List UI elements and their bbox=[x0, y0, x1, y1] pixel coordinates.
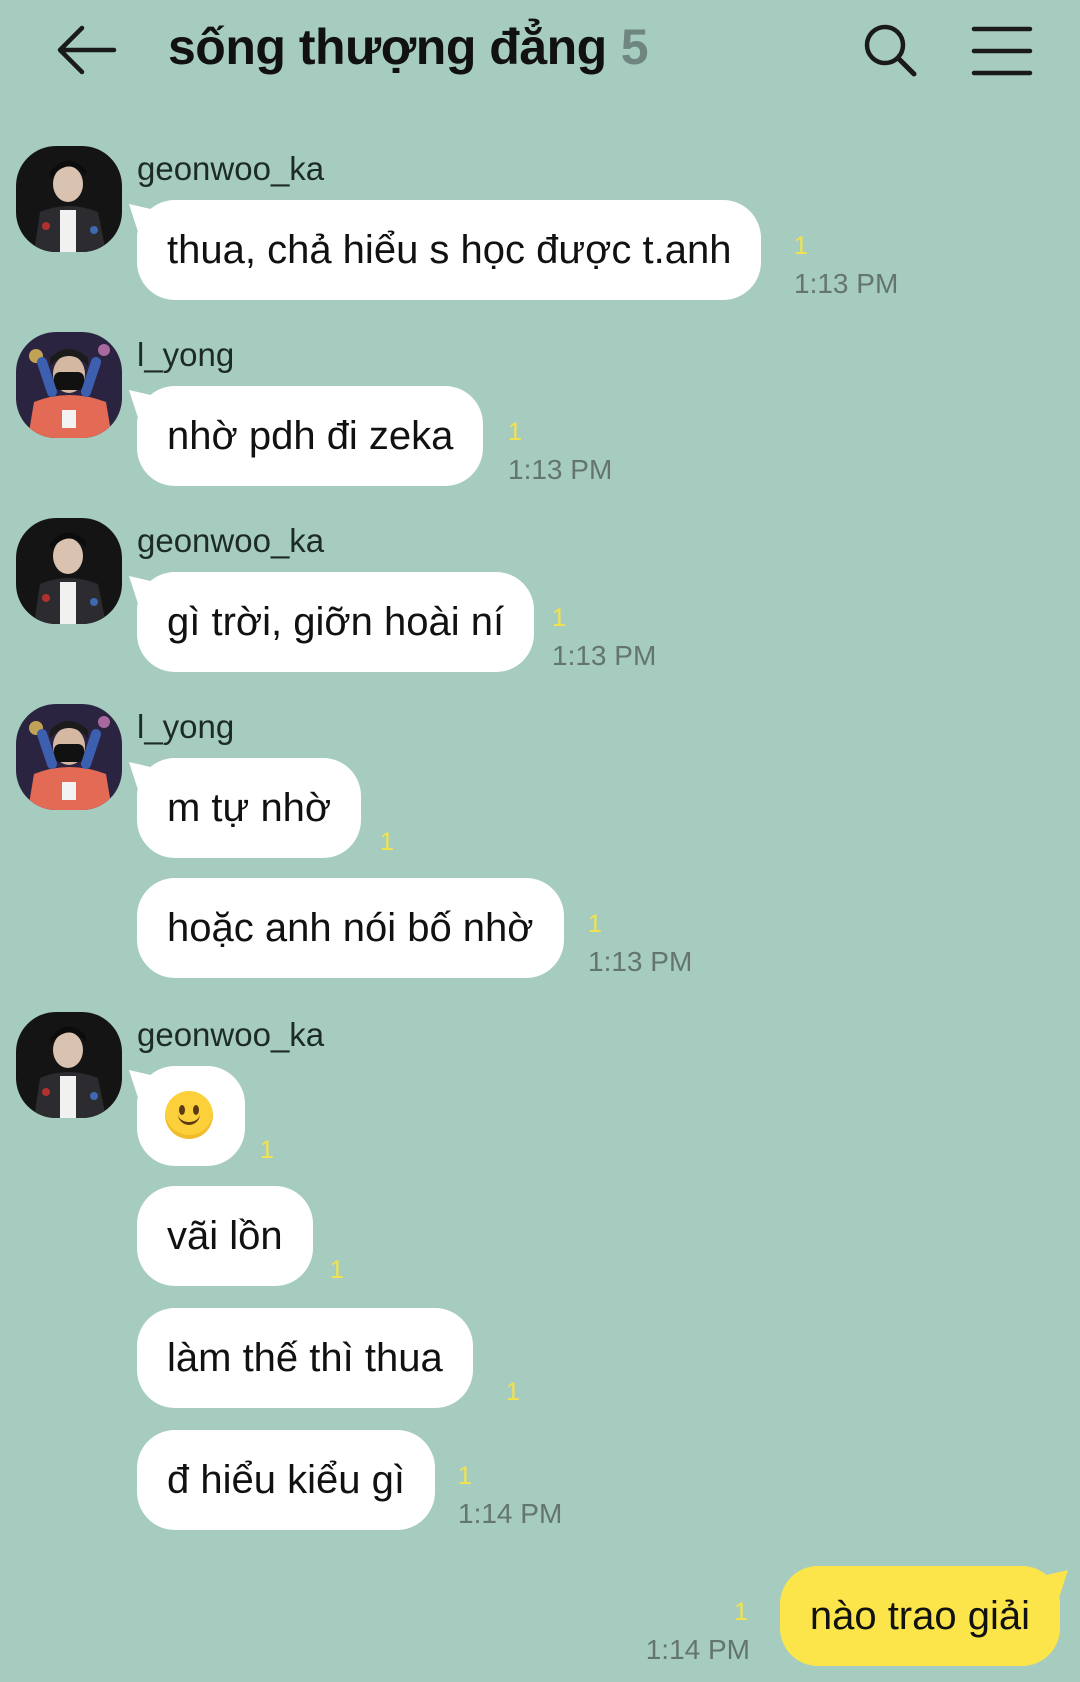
unread-count: 1 bbox=[330, 1256, 344, 1284]
unread-count: 1 bbox=[734, 1598, 748, 1626]
slightly-smiling-face-emoji bbox=[165, 1091, 213, 1140]
avatar-l-yong[interactable] bbox=[16, 704, 122, 810]
sender-name: geonwoo_ka bbox=[137, 1016, 325, 1053]
message-time: 1:13 PM bbox=[588, 946, 693, 977]
message-bubble[interactable]: m tự nhờ bbox=[137, 758, 362, 858]
avatar-l-yong[interactable] bbox=[16, 332, 122, 438]
message-text: làm thế thì thua bbox=[167, 1336, 443, 1380]
my-message-bubble[interactable]: nào trao giải bbox=[779, 1566, 1060, 1666]
unread-count: 1 bbox=[588, 910, 602, 938]
message-bubble[interactable]: đ hiểu kiểu gì bbox=[137, 1430, 435, 1530]
unread-count: 1 bbox=[380, 828, 394, 856]
avatar-photo-geonwoo-ka bbox=[16, 146, 122, 252]
avatar-photo-geonwoo-ka bbox=[16, 518, 122, 624]
sender-name: l_yong bbox=[137, 336, 235, 373]
message-time: 1:13 PM bbox=[508, 454, 613, 485]
message-text: đ hiểu kiểu gì bbox=[167, 1458, 405, 1502]
message-text: hoặc anh nói bố nhờ bbox=[167, 906, 534, 950]
message-bubble[interactable]: nhờ pdh đi zeka bbox=[137, 386, 484, 486]
avatar-geonwoo-ka[interactable] bbox=[16, 518, 122, 624]
message-bubble[interactable]: hoặc anh nói bố nhờ bbox=[137, 878, 564, 978]
avatar-photo-geonwoo-ka bbox=[16, 1012, 122, 1118]
sender-name: geonwoo_ka bbox=[137, 150, 325, 187]
avatar-photo-l-yong bbox=[16, 332, 122, 438]
message-text: nhờ pdh đi zeka bbox=[167, 414, 454, 458]
message-time: 1:13 PM bbox=[552, 640, 657, 671]
unread-count: 1 bbox=[508, 418, 522, 446]
message-bubble[interactable] bbox=[137, 1066, 245, 1166]
message-text: thua, chả hiểu s học được t.anh bbox=[167, 228, 732, 272]
avatar-geonwoo-ka[interactable] bbox=[16, 1012, 122, 1118]
message-text: nào trao giải bbox=[809, 1594, 1030, 1638]
unread-count: 1 bbox=[506, 1378, 520, 1406]
unread-count: 1 bbox=[552, 604, 566, 632]
message-text: m tự nhờ bbox=[167, 786, 332, 830]
message-list[interactable]: geonwoo_ka thua, chả hiểu s học được t.a… bbox=[0, 0, 1080, 1682]
message-bubble[interactable]: làm thế thì thua bbox=[137, 1308, 473, 1408]
message-bubble[interactable]: gì trời, giỡn hoài ní bbox=[137, 572, 535, 672]
message-text: vãi lồn bbox=[167, 1214, 283, 1258]
message-text: gì trời, giỡn hoài ní bbox=[167, 600, 505, 644]
unread-count: 1 bbox=[794, 232, 808, 260]
message-bubble[interactable]: thua, chả hiểu s học được t.anh bbox=[137, 200, 762, 300]
message-time: 1:14 PM bbox=[645, 1634, 750, 1665]
sender-name: geonwoo_ka bbox=[137, 522, 325, 559]
message-time: 1:14 PM bbox=[458, 1498, 563, 1529]
message-bubble[interactable]: vãi lồn bbox=[137, 1186, 313, 1286]
unread-count: 1 bbox=[260, 1136, 274, 1164]
message-time: 1:13 PM bbox=[794, 268, 899, 299]
unread-count: 1 bbox=[458, 1462, 472, 1490]
avatar-photo-l-yong bbox=[16, 704, 122, 810]
sender-name: l_yong bbox=[137, 708, 235, 745]
avatar-geonwoo-ka[interactable] bbox=[16, 146, 122, 252]
